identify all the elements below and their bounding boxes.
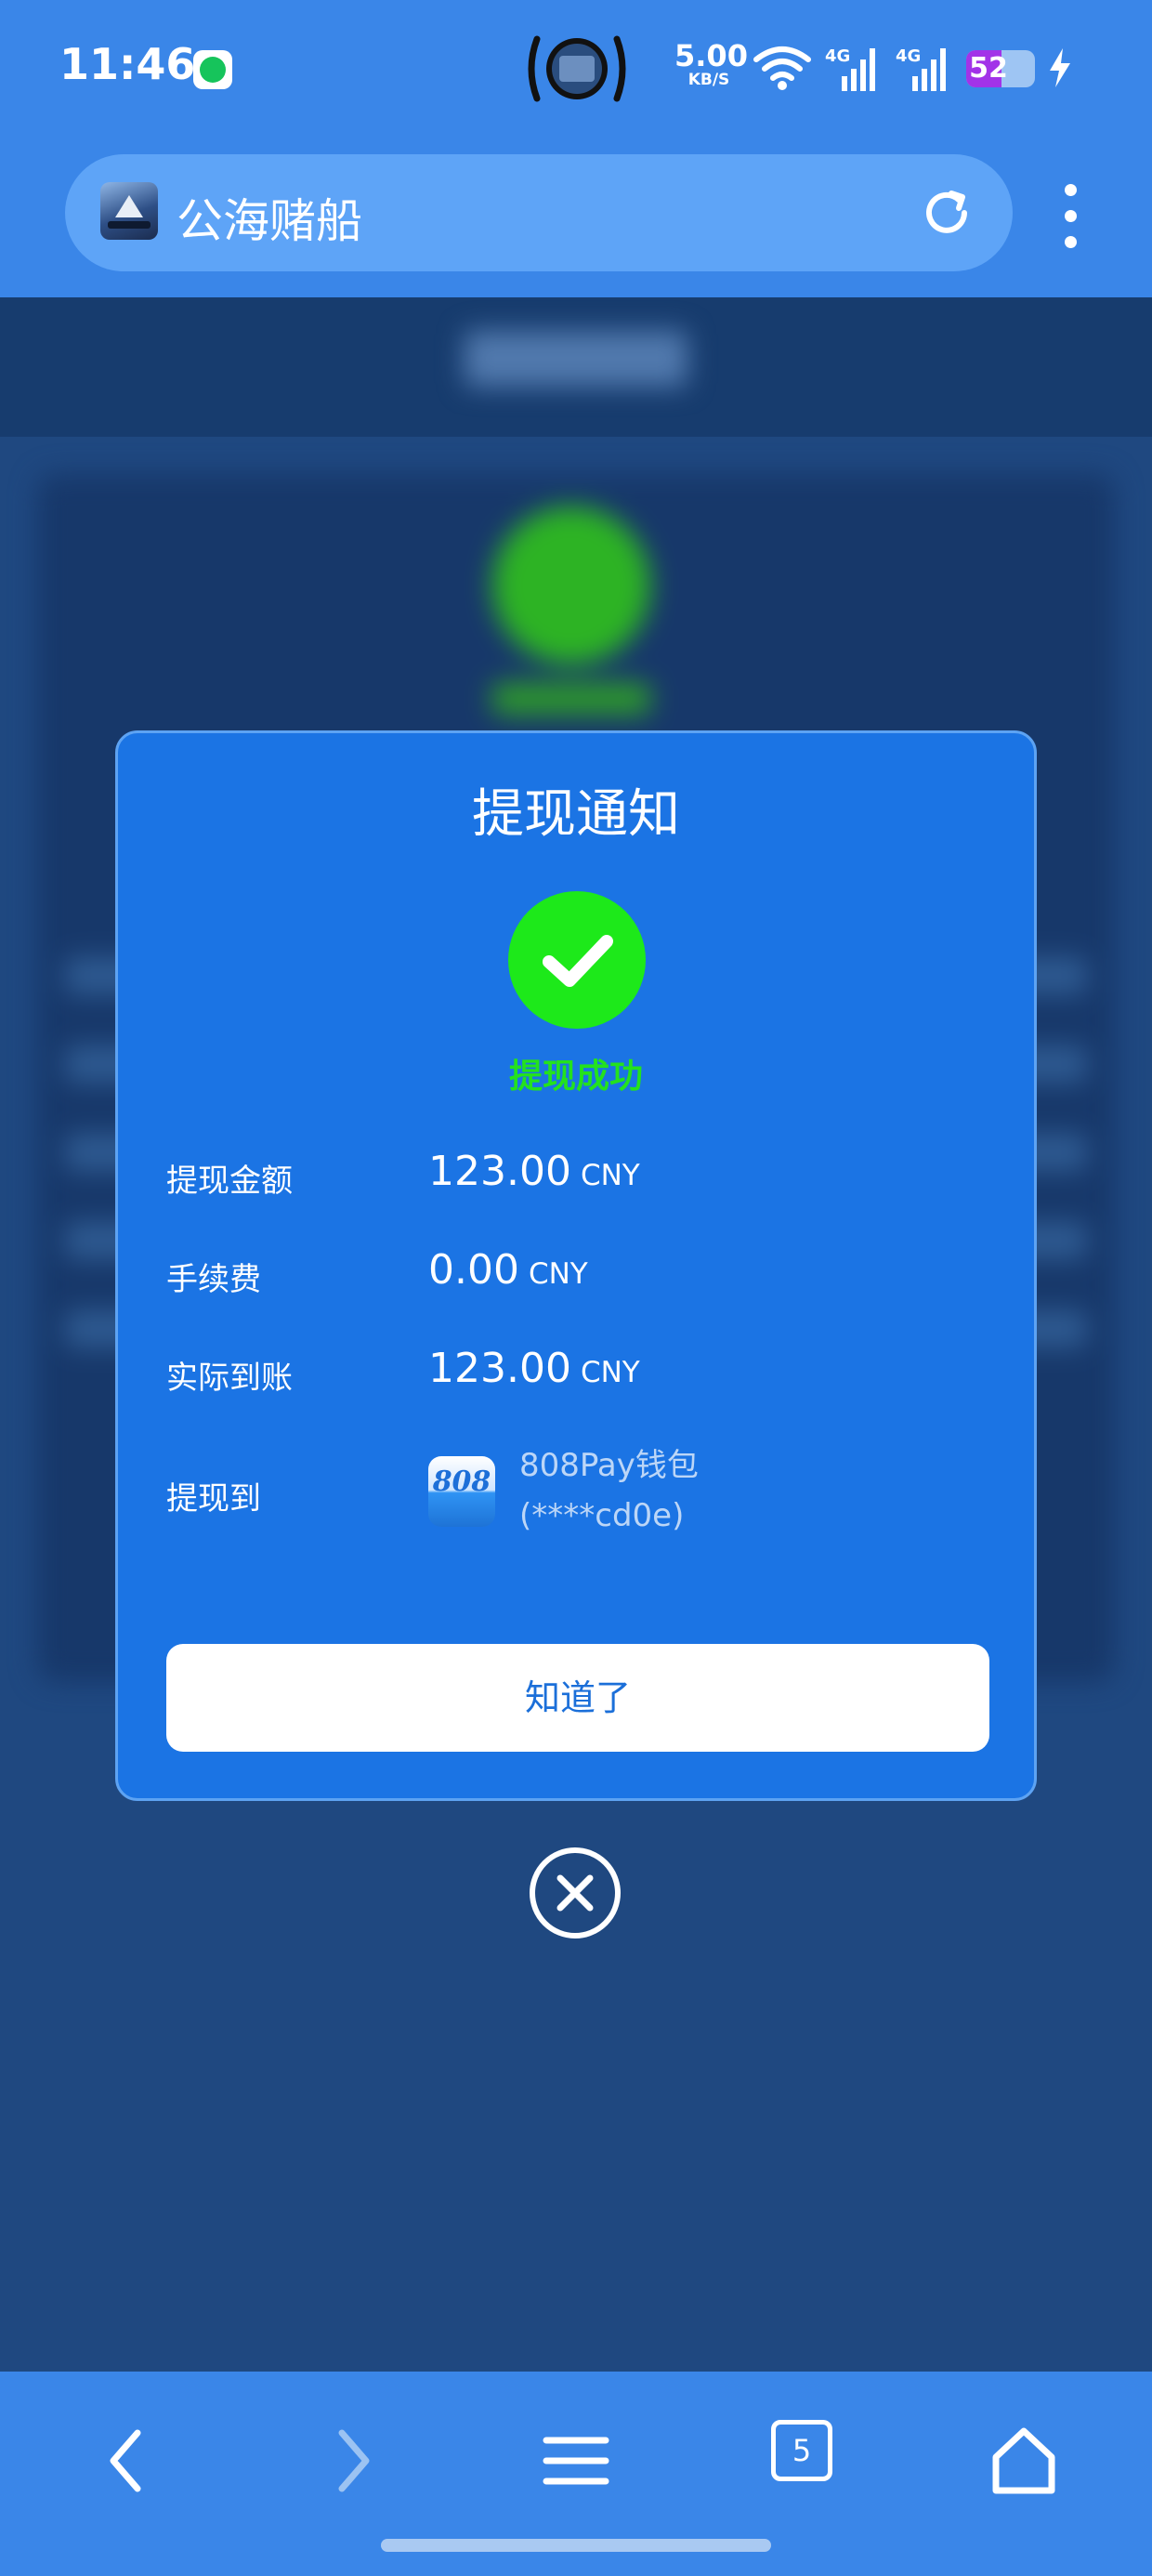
withdrawal-notice-dialog: 提现通知 提现成功 提现金额 123.00 CNY 手续费 0.00 CNY 实际到… [115, 730, 1037, 1801]
back-chevron-icon[interactable] [82, 2414, 175, 2507]
battery-indicator: 52 [966, 50, 1035, 87]
withdrawal-status-text: 提现成功 [508, 1058, 643, 1096]
fee-value: 0.00 CNY [428, 1246, 588, 1294]
success-checkmark-icon [508, 891, 646, 1029]
browser-toolbar: 公海赌船 [0, 139, 1152, 297]
background-status-text [492, 683, 650, 715]
network-speed: 5.00 KB/S [674, 38, 748, 89]
message-notification-icon [193, 50, 232, 89]
charging-bolt-icon [1050, 48, 1070, 87]
received-currency: CNY [580, 1356, 640, 1389]
forward-chevron-icon[interactable] [305, 2414, 398, 2507]
received-value: 123.00 CNY [428, 1345, 640, 1392]
amount-number: 123.00 [428, 1148, 571, 1195]
fee-label: 手续费 [166, 1261, 261, 1298]
wifi-icon [753, 46, 811, 90]
tabs-count-button[interactable]: 5 [771, 2420, 832, 2481]
amount-currency: CNY [580, 1159, 640, 1192]
network-speed-value: 5.00 [674, 38, 748, 73]
amount-value: 123.00 CNY [428, 1148, 640, 1195]
live-broadcast-icon [528, 35, 626, 102]
received-label: 实际到账 [166, 1360, 293, 1397]
amount-label: 提现金额 [166, 1163, 293, 1200]
more-menu-button[interactable] [1052, 184, 1089, 258]
cellular-signal-icon-1: 4G [825, 46, 875, 91]
fee-number: 0.00 [428, 1246, 519, 1294]
destination-label: 提现到 [166, 1480, 261, 1518]
wallet-logo-icon: 808 [428, 1456, 495, 1527]
battery-level: 52 [969, 52, 1008, 85]
signal-2-label: 4G [896, 46, 921, 66]
address-bar[interactable]: 公海赌船 [65, 154, 1013, 271]
background-success-icon [492, 506, 650, 664]
site-favicon-icon [100, 182, 158, 240]
fee-currency: CNY [528, 1257, 588, 1291]
browser-bottom-nav: 5 [0, 2372, 1152, 2576]
wallet-account: (****cd0e) [519, 1497, 685, 1534]
signal-1-label: 4G [825, 46, 850, 66]
received-number: 123.00 [428, 1345, 571, 1392]
hamburger-menu-icon[interactable] [530, 2414, 622, 2507]
cellular-signal-icon-2: 4G [896, 46, 946, 91]
background-page-title [465, 331, 687, 387]
network-speed-unit: KB/S [687, 71, 730, 89]
dialog-title: 提现通知 [472, 784, 680, 845]
wallet-name: 808Pay钱包 [519, 1447, 699, 1484]
site-title: 公海赌船 [177, 194, 362, 248]
wallet-logo-text: 808 [432, 1465, 491, 1498]
reload-icon[interactable] [918, 184, 975, 242]
close-icon[interactable] [528, 1846, 622, 1940]
status-bar: 11:46 5.00 KB/S 4G 4G 52 [0, 0, 1152, 139]
status-time: 11:46 [59, 39, 196, 89]
home-icon[interactable] [977, 2414, 1070, 2507]
acknowledge-button[interactable]: 知道了 [166, 1644, 989, 1752]
gesture-home-indicator[interactable] [381, 2539, 771, 2552]
